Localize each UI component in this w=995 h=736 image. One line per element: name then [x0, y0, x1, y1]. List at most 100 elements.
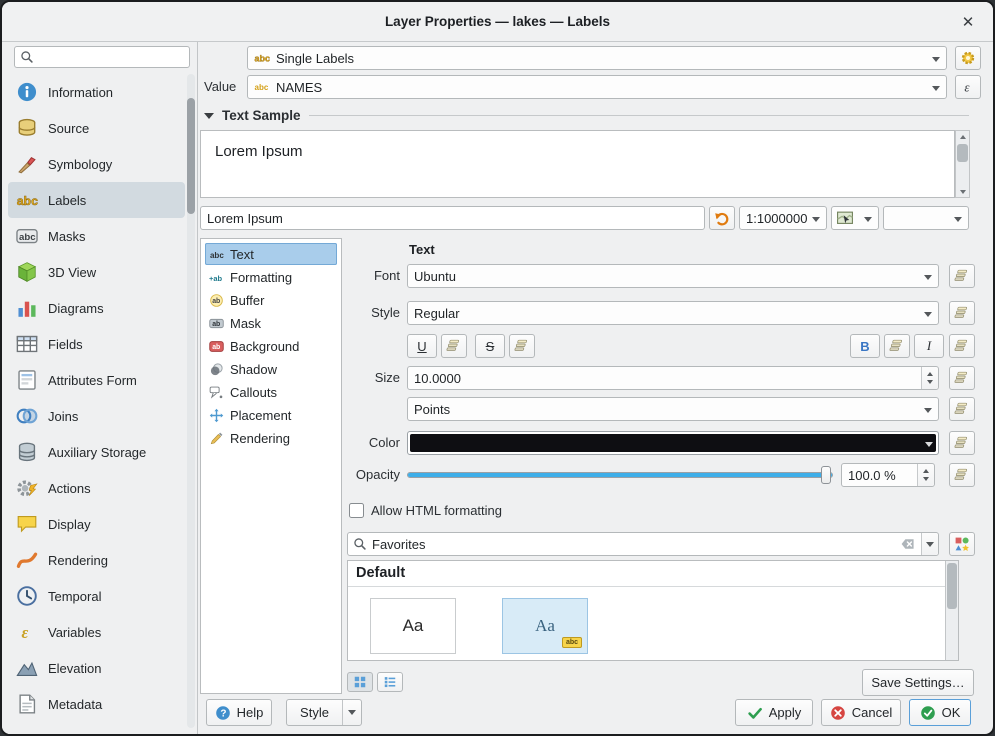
sidebar-item-joins[interactable]: Joins: [8, 398, 185, 434]
sample-text-input[interactable]: [200, 206, 705, 230]
view-3d-icon: [16, 261, 38, 283]
spin-buttons[interactable]: [921, 367, 938, 389]
shadow-tab-icon: [209, 362, 224, 377]
sidebar-item-diagrams[interactable]: Diagrams: [8, 290, 185, 326]
tab-label: Formatting: [230, 270, 292, 285]
bold-override-button[interactable]: [884, 334, 910, 358]
tab-background[interactable]: abBackground: [205, 335, 337, 357]
sidebar-item-variables[interactable]: εVariables: [8, 614, 185, 650]
reset-sample-button[interactable]: [709, 206, 735, 230]
strikethrough-button[interactable]: S: [475, 334, 505, 358]
text-tab-icon: abc: [209, 247, 224, 262]
style-search-input[interactable]: [372, 537, 895, 552]
save-settings-button[interactable]: Save Settings…: [862, 669, 974, 696]
tab-text[interactable]: abcText: [205, 243, 337, 265]
opacity-spinbox[interactable]: 100.0 %: [841, 463, 935, 487]
sidebar-item-source[interactable]: Source: [8, 110, 185, 146]
italic-override-button[interactable]: [949, 334, 975, 358]
sidebar-item-symbology[interactable]: Symbology: [8, 146, 185, 182]
backspace-icon[interactable]: [900, 536, 916, 552]
buffer-tab-icon: ab: [209, 293, 224, 308]
style-preview-default-text-format[interactable]: Aa: [370, 598, 456, 654]
sidebar-item-display[interactable]: Display: [8, 506, 185, 542]
underline-override-button[interactable]: [441, 334, 467, 358]
rendering-tab-icon: [209, 431, 224, 446]
font-color-button[interactable]: [407, 431, 939, 455]
scale-select[interactable]: 1:1000000: [739, 206, 827, 230]
sidebar-item-information[interactable]: Information: [8, 74, 185, 110]
style-search-dropdown[interactable]: [921, 533, 938, 555]
style-manager-button[interactable]: [949, 532, 975, 556]
size-unit-select[interactable]: Points: [407, 397, 939, 421]
browser-scrollbar[interactable]: [945, 561, 958, 660]
size-spinbox[interactable]: 10.0000: [407, 366, 939, 390]
sidebar-item-3d-view[interactable]: 3D View: [8, 254, 185, 290]
sidebar-scrollbar-handle[interactable]: [187, 98, 195, 214]
value-field-select[interactable]: abc NAMES: [247, 75, 947, 99]
sidebar-search-input[interactable]: [38, 50, 184, 64]
font-override-button[interactable]: [949, 264, 975, 288]
sidebar-item-auxiliary-storage[interactable]: Auxiliary Storage: [8, 434, 185, 470]
sidebar-item-actions[interactable]: Actions: [8, 470, 185, 506]
font-value: Ubuntu: [414, 269, 456, 284]
sample-scrollbar-handle[interactable]: [957, 144, 968, 162]
font-style-select[interactable]: Regular: [407, 301, 939, 325]
opacity-slider[interactable]: [407, 463, 833, 487]
tab-label: Placement: [230, 408, 291, 423]
sidebar-item-label: Elevation: [48, 661, 101, 676]
browser-scrollbar-handle[interactable]: [947, 563, 957, 609]
sidebar-item-masks[interactable]: abcMasks: [8, 218, 185, 254]
sidebar-item-rendering[interactable]: Rendering: [8, 542, 185, 578]
scroll-down-icon[interactable]: [956, 186, 969, 197]
help-icon: ?: [215, 705, 231, 721]
style-menu-button[interactable]: Style: [286, 699, 362, 726]
label-mode-select[interactable]: abc Single Labels: [247, 46, 947, 70]
bold-button[interactable]: B: [850, 334, 880, 358]
scroll-up-icon[interactable]: [956, 131, 969, 142]
tab-label: Shadow: [230, 362, 277, 377]
italic-button[interactable]: I: [914, 334, 944, 358]
font-select[interactable]: Ubuntu: [407, 264, 939, 288]
tab-label: Callouts: [230, 385, 277, 400]
style-preview-default-label-settings[interactable]: Aaabc: [502, 598, 588, 654]
sidebar-scrollbar[interactable]: [187, 74, 195, 728]
sidebar-item-labels[interactable]: abcLabels: [8, 182, 185, 218]
strikethrough-override-button[interactable]: [509, 334, 535, 358]
sample-scrollbar[interactable]: [955, 130, 970, 198]
allow-html-checkbox[interactable]: [349, 503, 364, 518]
text-sample-title: Text Sample: [222, 108, 301, 123]
ok-button[interactable]: OK: [909, 699, 971, 726]
sidebar-item-elevation[interactable]: Elevation: [8, 650, 185, 686]
auto-placement-button[interactable]: [955, 46, 981, 70]
sidebar-search[interactable]: [14, 46, 190, 68]
data-defined-icon: [954, 370, 970, 386]
text-sample-group[interactable]: Text Sample: [204, 108, 969, 123]
sample-background-select[interactable]: [883, 206, 969, 230]
cancel-button[interactable]: Cancel: [821, 699, 901, 726]
data-defined-icon: [514, 338, 530, 354]
chevron-down-icon: [925, 442, 933, 447]
underline-button[interactable]: U: [407, 334, 437, 358]
opacity-slider-handle[interactable]: [821, 466, 831, 484]
sidebar-item-attributes-form[interactable]: Attributes Form: [8, 362, 185, 398]
opacity-override-button[interactable]: [949, 463, 975, 487]
spin-buttons[interactable]: [917, 464, 934, 486]
sidebar-item-metadata[interactable]: Metadata: [8, 686, 185, 722]
tab-placement[interactable]: Placement: [205, 404, 337, 426]
list-view-button[interactable]: [377, 672, 403, 692]
size-unit-override-button[interactable]: [949, 397, 975, 421]
chevron-down-icon: [924, 275, 932, 280]
color-override-button[interactable]: [949, 431, 975, 455]
style-search-field[interactable]: [347, 532, 939, 556]
svg-text:ab: ab: [212, 298, 220, 305]
apply-button[interactable]: Apply: [735, 699, 813, 726]
help-button[interactable]: ? Help: [206, 699, 272, 726]
icon-view-button[interactable]: [347, 672, 373, 692]
map-preview-select[interactable]: [831, 206, 879, 230]
size-override-button[interactable]: [949, 366, 975, 390]
style-override-button[interactable]: [949, 301, 975, 325]
close-button[interactable]: ✕: [957, 11, 979, 33]
sidebar-item-fields[interactable]: Fields: [8, 326, 185, 362]
sidebar-item-temporal[interactable]: Temporal: [8, 578, 185, 614]
expression-builder-button[interactable]: ε: [955, 75, 981, 99]
